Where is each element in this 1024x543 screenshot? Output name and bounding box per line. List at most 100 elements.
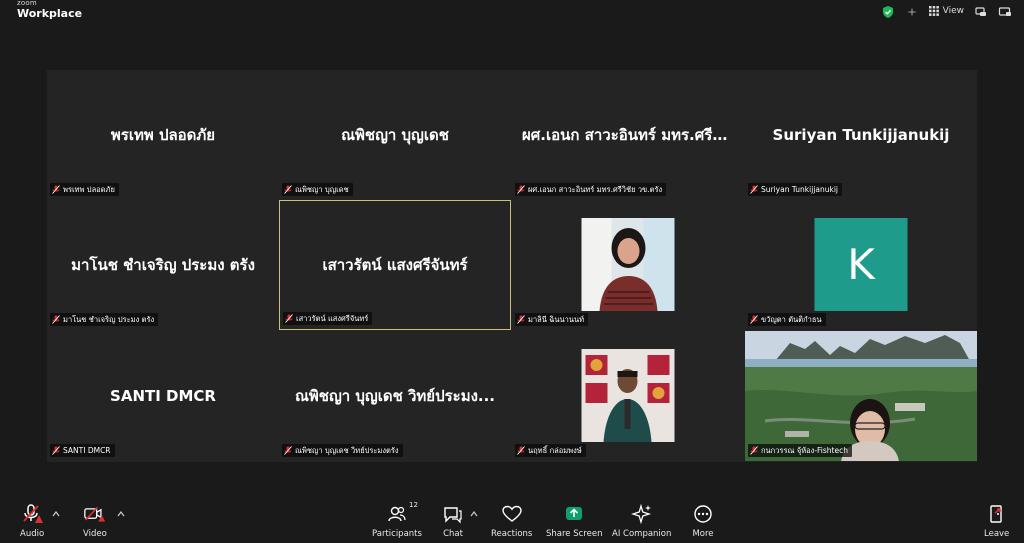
view-label: View (942, 6, 964, 16)
participant-tile[interactable]: พรเทพ ปลอดภัย พรเทพ ปลอดภัย (47, 70, 279, 200)
minimize-window-icon[interactable] (974, 4, 988, 18)
brand-small: zoom (17, 0, 37, 7)
live-video-feed (745, 331, 977, 461)
audio-options-caret-icon[interactable] (52, 510, 60, 518)
participants-label: Participants (372, 529, 422, 539)
participant-tile[interactable]: K ขวัญตา ตันติกำธน (745, 200, 977, 330)
participant-tile[interactable]: SANTI DMCR SANTI DMCR (47, 331, 279, 461)
audio-button[interactable]: Audio (20, 504, 44, 539)
participant-name: SANTI DMCR (110, 387, 216, 405)
reactions-label: Reactions (491, 529, 533, 539)
mic-muted-icon (21, 504, 44, 524)
profile-photo (581, 218, 675, 311)
top-right-controls: View (881, 3, 1012, 19)
participant-name: Suriyan Tunkijjanukij (772, 126, 950, 144)
participant-label: ณพิชญา บุญเดช วิทย์ประมงตรัง (282, 444, 403, 457)
participant-label-text: นฤทธิ์ กล่อมพงษ์ (528, 445, 582, 455)
participant-label-text: มาลินี ฉินนานนท์ (528, 314, 585, 324)
participant-tile[interactable]: มาลินี ฉินนานนท์ (512, 200, 744, 330)
app-logo: zoom Workplace (17, 0, 82, 19)
participant-tile[interactable]: นฤทธิ์ กล่อมพงษ์ (512, 331, 744, 461)
participants-button[interactable]: 12 Participants (372, 501, 422, 539)
video-label: Video (83, 529, 107, 539)
participant-name: ผศ.เอนก สาวะอินทร์ มทร.ศรีวิ... (522, 126, 738, 144)
brand-title: Workplace (17, 7, 83, 20)
participant-label-text: มาโนช ชำเจริญ ประมง ตรัง (63, 314, 155, 324)
participant-label: นฤทธิ์ กล่อมพงษ์ (515, 444, 586, 457)
share-screen-icon (563, 504, 585, 524)
view-button[interactable]: View (928, 6, 964, 16)
more-label: More (692, 529, 714, 539)
video-options-caret-icon[interactable] (117, 510, 125, 518)
sparkle-icon[interactable] (905, 4, 919, 18)
participant-tile[interactable]: ณพิชญา บุญเดช วิทย์ประมง... ณพิชญา บุญเด… (279, 331, 511, 461)
more-button[interactable]: More (692, 504, 714, 539)
mic-muted-icon (750, 185, 758, 194)
participant-tile-video[interactable]: กนกวรรณ จุ้ห้อง-Fishtech (745, 331, 977, 461)
participant-label-text: กนกวรรณ จุ้ห้อง-Fishtech (761, 445, 848, 455)
ai-sparkle-icon (630, 504, 653, 524)
participant-label-text: ผศ.เอนก สาวะอินทร์ มทร.ศรีวิชัย วข.ตรัง (528, 184, 663, 194)
participant-tile[interactable]: ณพิชญา บุญเดช ณพิชญา บุญเดช (279, 70, 511, 200)
participant-label: มาโนช ชำเจริญ ประมง ตรัง (50, 313, 159, 326)
reactions-button[interactable]: Reactions (491, 504, 532, 539)
chat-label: Chat (443, 529, 463, 539)
mic-muted-icon (517, 315, 525, 324)
participant-label-text: ณพิชญา บุญเดช วิทย์ประมงตรัง (295, 445, 399, 455)
chat-button[interactable]: Chat (442, 504, 464, 539)
participant-label: ณพิชญา บุญเดช (282, 183, 353, 196)
participant-label-text: ณพิชญา บุญเดช (295, 184, 349, 194)
participant-label: พรเทพ ปลอดภัย (50, 183, 119, 196)
mic-muted-icon (284, 446, 292, 455)
profile-photo (581, 349, 675, 442)
meeting-toolbar: Audio Video 12 Participants Chat Reactio… (0, 500, 1024, 543)
participant-label: Suriyan Tunkijjanukij (748, 183, 843, 196)
participant-label: มาลินี ฉินนานนท์ (515, 313, 589, 326)
leave-label: Leave (984, 529, 1010, 539)
ai-companion-button[interactable]: AI Companion (612, 504, 671, 539)
leave-door-icon (986, 504, 1008, 524)
audio-label: Audio (20, 529, 45, 539)
video-off-icon (84, 504, 106, 524)
leave-button[interactable]: Leave (984, 504, 1009, 539)
participant-tile[interactable]: Suriyan Tunkijjanukij Suriyan Tunkijjanu… (745, 70, 977, 200)
participant-tile[interactable]: ผศ.เอนก สาวะอินทร์ มทร.ศรีวิ... ผศ.เอนก … (512, 70, 744, 200)
video-gallery: พรเทพ ปลอดภัย พรเทพ ปลอดภัย ณพิชญา บุญเด… (47, 70, 977, 462)
participant-label-text: SANTI DMCR (63, 446, 111, 455)
participant-label: กนกวรรณ จุ้ห้อง-Fishtech (748, 444, 852, 457)
participant-label: ผศ.เอนก สาวะอินทร์ มทร.ศรีวิชัย วข.ตรัง (515, 183, 667, 196)
mic-muted-icon (285, 314, 293, 323)
mic-muted-icon (52, 446, 60, 455)
participant-label: ขวัญตา ตันติกำธน (748, 313, 826, 326)
participant-name: มาโนช ชำเจริญ ประมง ตรัง (71, 256, 255, 274)
fullscreen-icon[interactable] (998, 4, 1012, 18)
share-screen-button[interactable]: Share Screen (546, 504, 602, 539)
participant-tile[interactable]: มาโนช ชำเจริญ ประมง ตรัง มาโนช ชำเจริญ ป… (47, 200, 279, 330)
chat-options-caret-icon[interactable] (470, 510, 478, 518)
mic-muted-icon (284, 185, 292, 194)
mic-muted-icon (517, 446, 525, 455)
video-button[interactable]: Video (83, 504, 107, 539)
mic-muted-icon (517, 185, 525, 194)
participant-name: เสาวรัตน์ แสงศรีจันทร์ (322, 256, 468, 274)
ai-companion-label: AI Companion (612, 529, 672, 539)
participants-count: 12 (409, 501, 418, 509)
heart-icon (501, 504, 523, 524)
participant-label-text: เสาวรัตน์ แสงศรีจันทร์ (296, 313, 369, 323)
participant-name: ณพิชญา บุญเดช วิทย์ประมง... (294, 387, 496, 405)
participant-tile-active-speaker[interactable]: เสาวรัตน์ แสงศรีจันทร์ เสาวรัตน์ แสงศรีจ… (279, 200, 511, 330)
participant-label-text: ขวัญตา ตันติกำธน (761, 314, 822, 324)
chat-icon (442, 504, 464, 524)
participant-label: เสาวรัตน์ แสงศรีจันทร์ (283, 312, 373, 325)
participant-label-text: พรเทพ ปลอดภัย (63, 184, 115, 194)
participant-name: พรเทพ ปลอดภัย (110, 126, 216, 144)
mic-muted-icon (52, 185, 60, 194)
participant-label: SANTI DMCR (50, 444, 115, 457)
mic-muted-icon (750, 446, 758, 455)
participants-icon: 12 (386, 501, 418, 524)
more-dots-icon (692, 504, 714, 524)
mic-muted-icon (750, 315, 758, 324)
share-screen-label: Share Screen (546, 529, 603, 539)
top-bar: zoom Workplace View (0, 0, 1024, 24)
shield-check-icon[interactable] (881, 4, 895, 18)
